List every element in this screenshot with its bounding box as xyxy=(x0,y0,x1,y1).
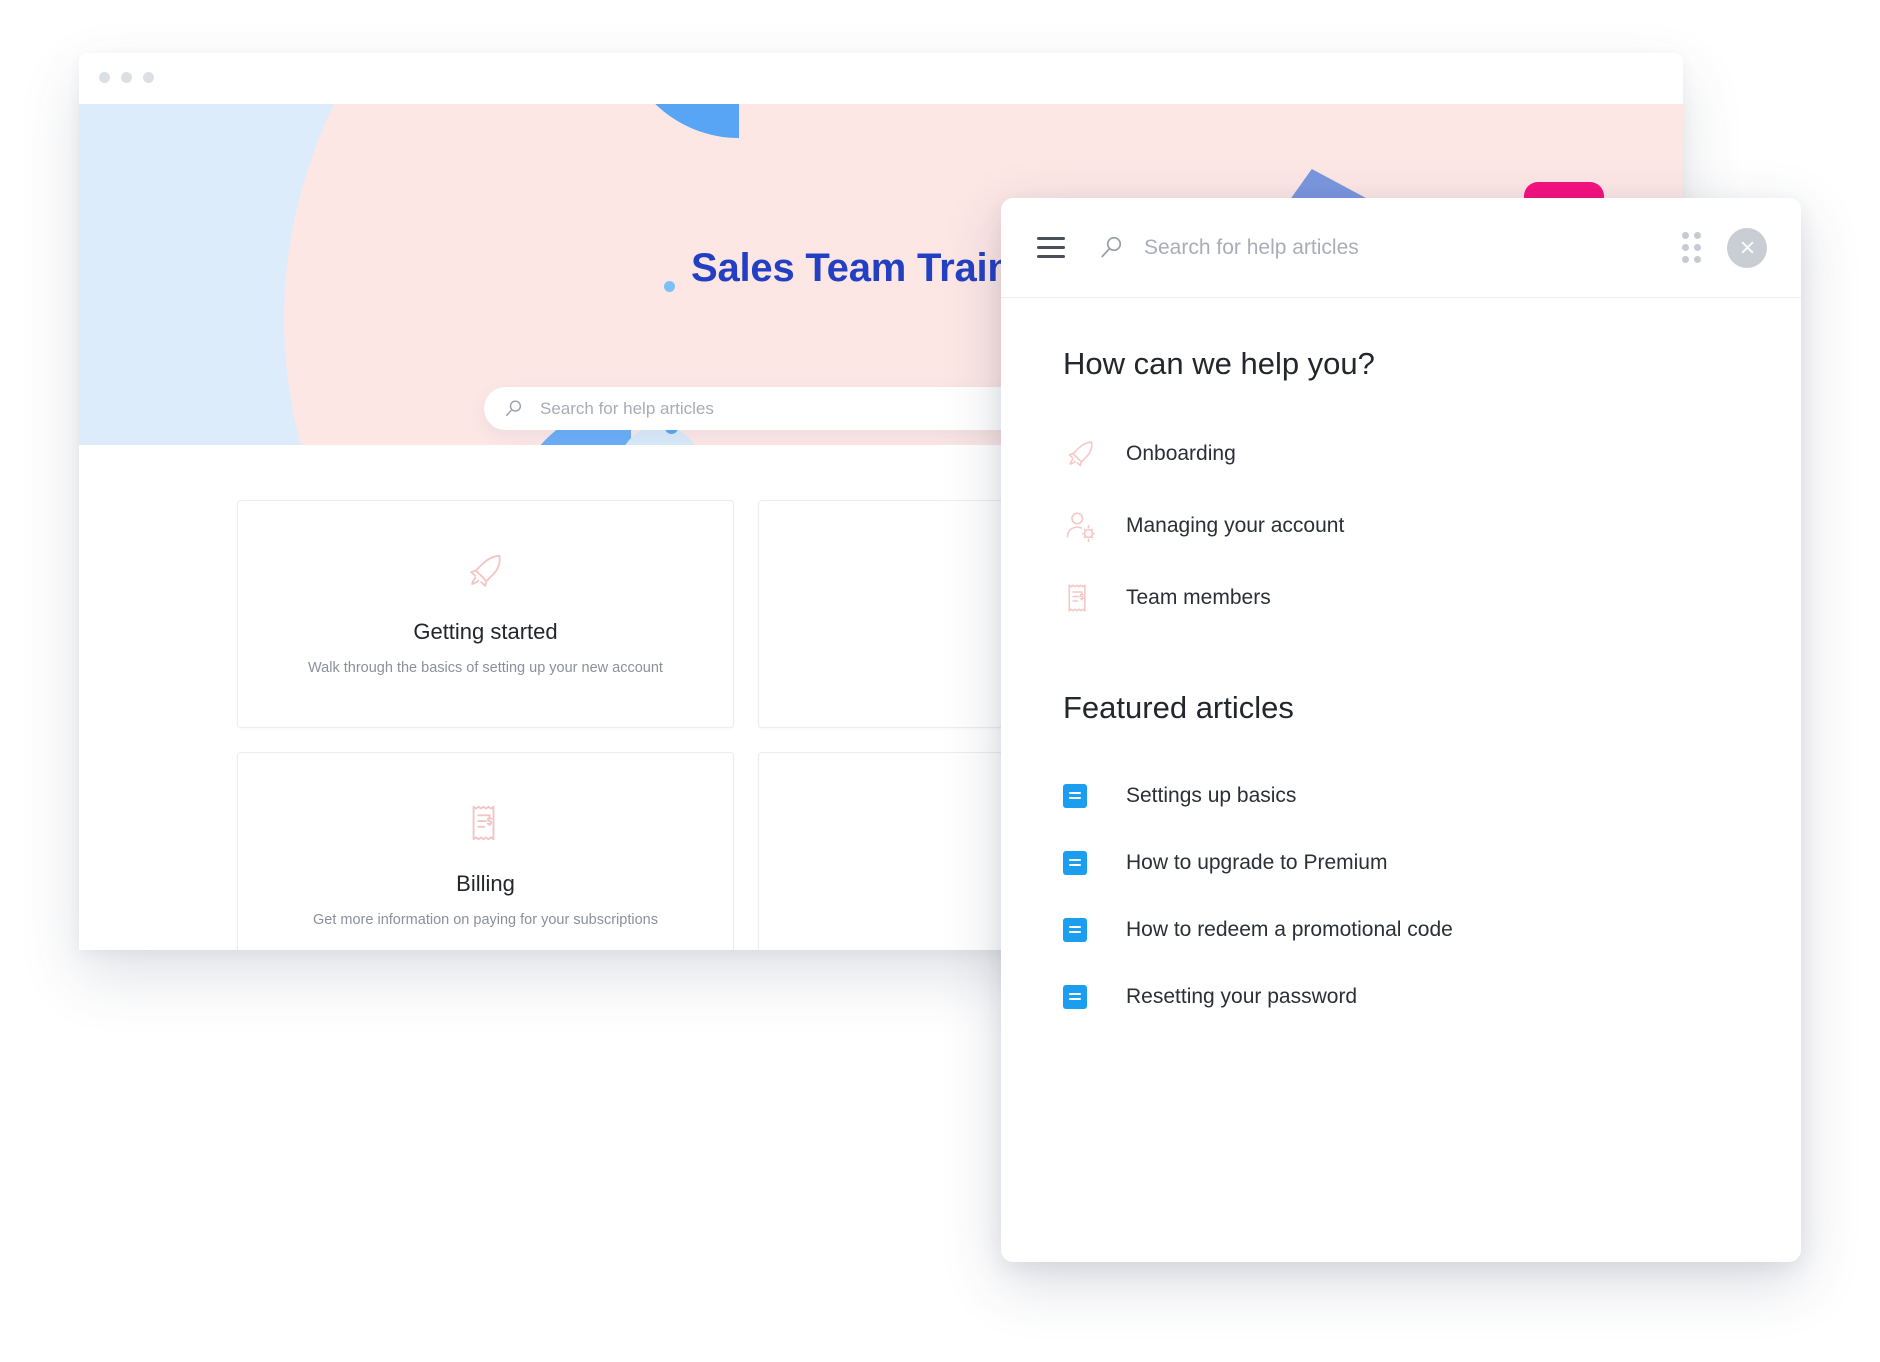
article-item-resetting-your-password[interactable]: Resetting your password xyxy=(1063,963,1739,1030)
rocket-icon xyxy=(1063,436,1109,472)
article-label: Resetting your password xyxy=(1126,984,1358,1008)
article-icon xyxy=(1063,783,1087,808)
receipt-icon xyxy=(465,800,507,851)
screenshot-stage: Con Sales Team Training Search for help … xyxy=(0,0,1880,1362)
topic-item-onboarding[interactable]: Onboarding xyxy=(1063,418,1739,490)
user-settings-icon xyxy=(1063,508,1109,544)
topic-item-team-members[interactable]: Team members xyxy=(1063,562,1739,634)
widget-search-input[interactable]: Search for help articles xyxy=(1099,235,1682,260)
featured-articles-heading: Featured articles xyxy=(1063,690,1294,725)
topic-label: Onboarding xyxy=(1126,442,1236,465)
topic-item-managing-your-account[interactable]: Managing your account xyxy=(1063,490,1739,562)
article-item-how-to-redeem-a-promotional-code[interactable]: How to redeem a promotional code xyxy=(1063,896,1739,963)
article-icon xyxy=(1063,984,1087,1009)
search-icon xyxy=(505,400,522,417)
hero-search-placeholder: Search for help articles xyxy=(540,398,714,418)
article-item-how-to-upgrade-to-premium[interactable]: How to upgrade to Premium xyxy=(1063,829,1739,896)
close-widget-button[interactable] xyxy=(1727,227,1767,268)
article-label: How to upgrade to Premium xyxy=(1126,850,1388,874)
widget-search-placeholder: Search for help articles xyxy=(1144,235,1359,259)
rocket-icon xyxy=(463,548,509,599)
minimize-window-dot[interactable] xyxy=(121,72,132,83)
article-icon xyxy=(1063,850,1087,875)
card-description: Walk through the basics of setting up yo… xyxy=(308,659,663,676)
article-item-settings-up-basics[interactable]: Settings up basics xyxy=(1063,762,1739,829)
close-icon xyxy=(1741,241,1753,254)
help-widget-panel: Search for help articles How can we help… xyxy=(1001,198,1801,1262)
window-traffic-lights xyxy=(99,72,154,83)
help-widget-header: Search for help articles xyxy=(1001,198,1801,298)
help-heading: How can we help you? xyxy=(1063,346,1375,381)
maximize-window-dot[interactable] xyxy=(143,72,154,83)
close-window-dot[interactable] xyxy=(99,72,110,83)
receipt-icon xyxy=(1063,580,1109,616)
category-card-billing[interactable]: Billing Get more information on paying f… xyxy=(237,752,734,950)
search-icon xyxy=(1101,236,1122,258)
card-description: Get more information on paying for your … xyxy=(313,911,658,928)
article-icon xyxy=(1063,917,1087,942)
help-widget-body: How can we help you? Onboarding Managing… xyxy=(1001,298,1801,1030)
topic-label: Team members xyxy=(1126,586,1271,609)
article-label: How to redeem a promotional code xyxy=(1126,917,1453,941)
card-title: Billing xyxy=(456,870,515,896)
card-title: Getting started xyxy=(413,618,558,644)
drag-handle-icon[interactable] xyxy=(1682,232,1701,263)
article-label: Settings up basics xyxy=(1126,783,1297,807)
category-card-getting-started[interactable]: Getting started Walk through the basics … xyxy=(237,500,734,728)
browser-chrome xyxy=(79,53,1683,104)
topic-label: Managing your account xyxy=(1126,514,1345,537)
hamburger-menu-icon[interactable] xyxy=(1037,237,1065,258)
